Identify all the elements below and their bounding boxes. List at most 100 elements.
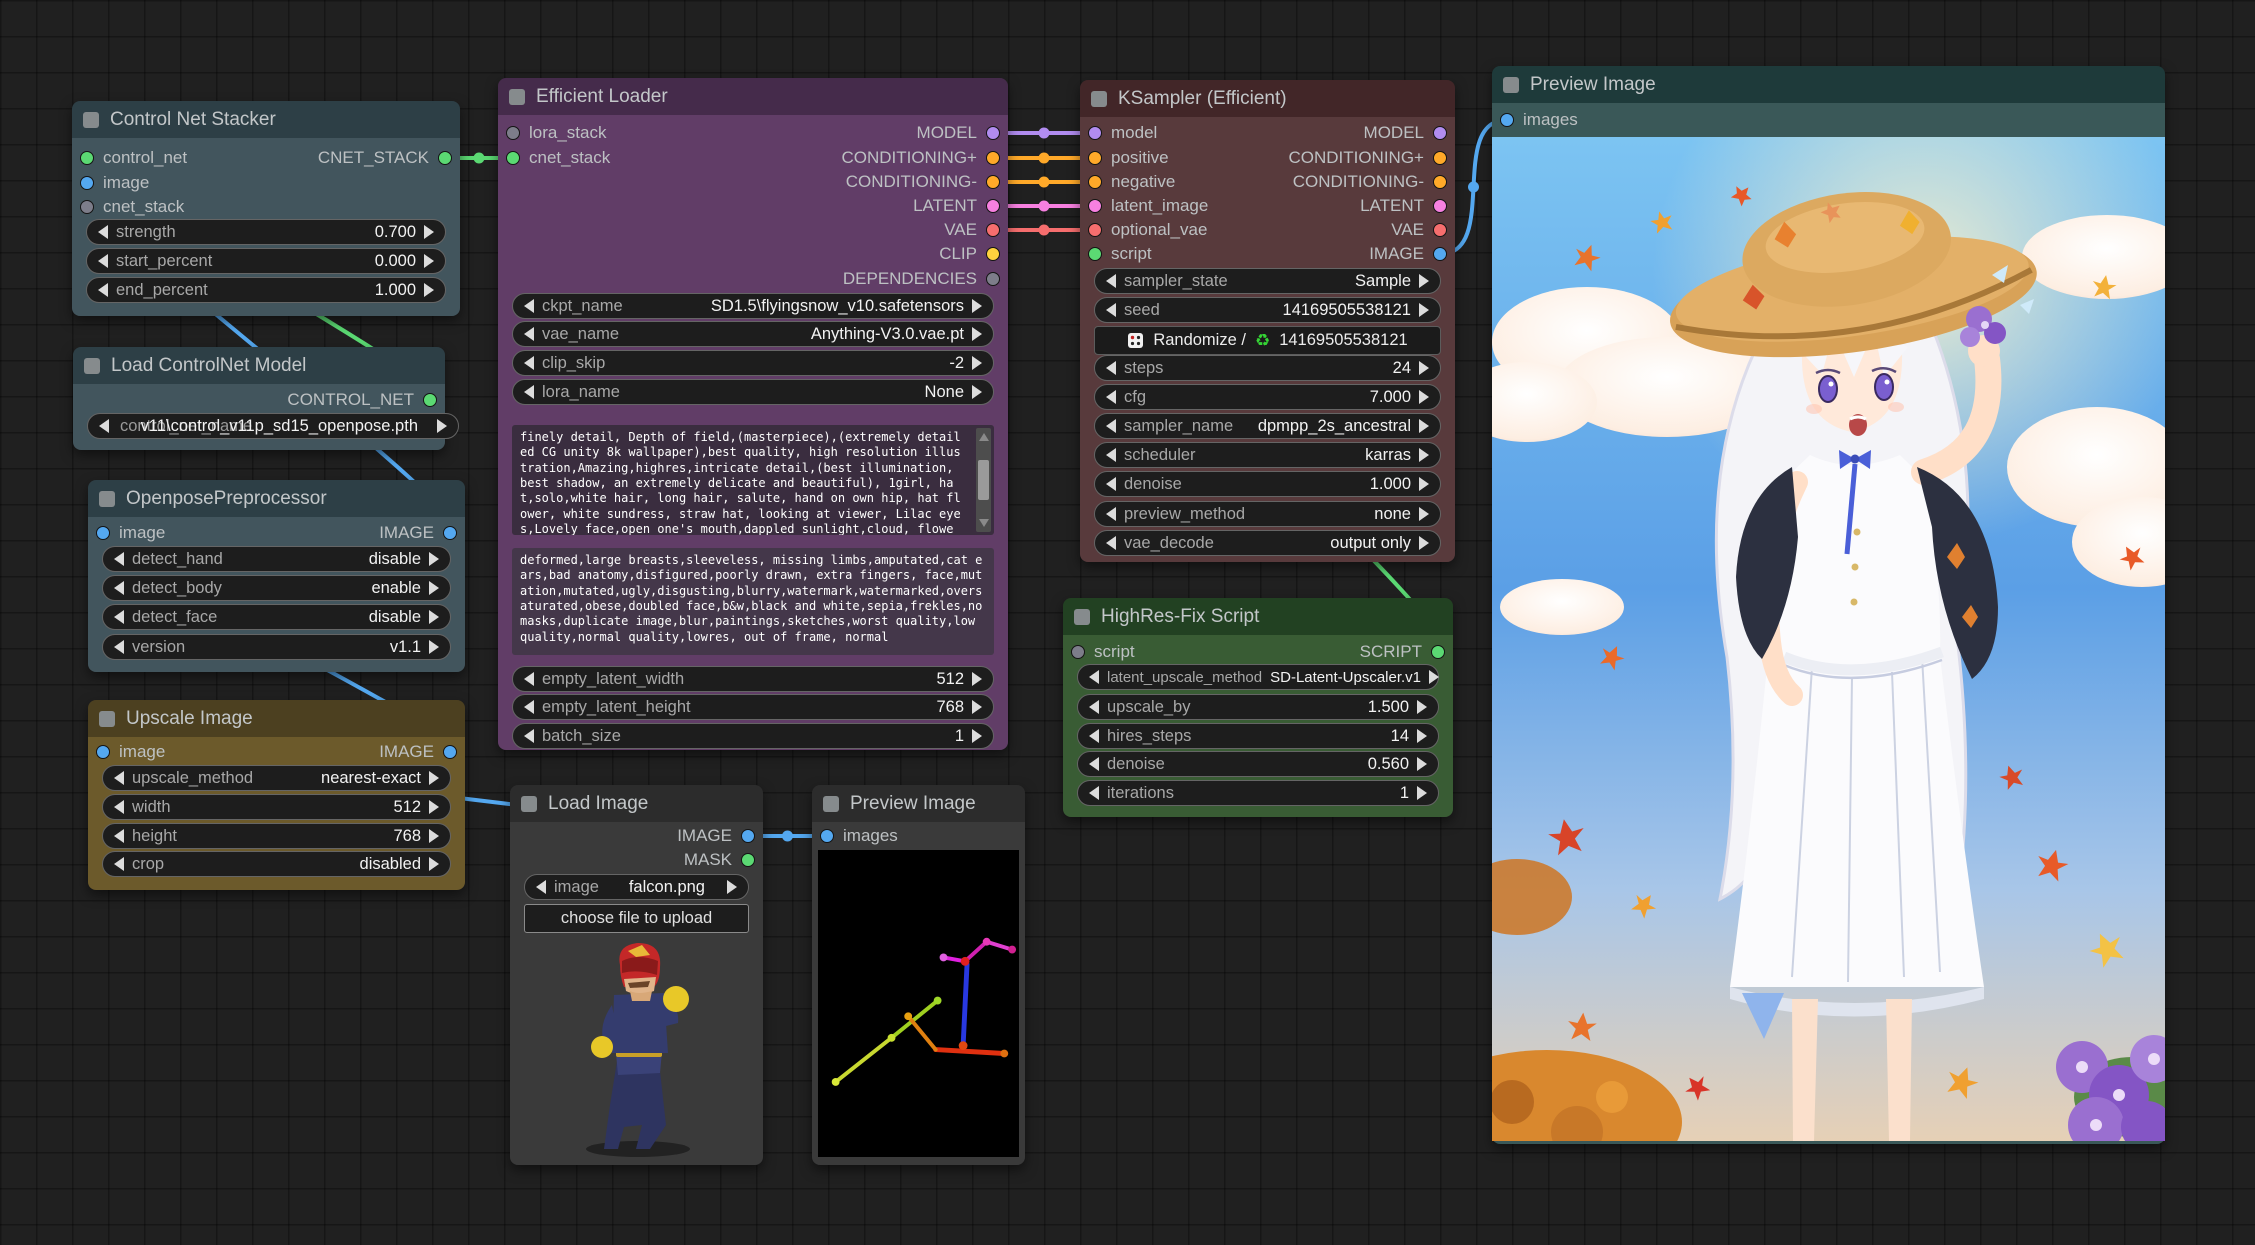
increment-icon[interactable] [972, 700, 982, 714]
port-dot[interactable] [1433, 247, 1447, 261]
increment-icon[interactable] [429, 857, 439, 871]
port-dot[interactable] [741, 853, 755, 867]
widget-sampler-name[interactable]: sampler_namedpmpp_2s_ancestral [1094, 413, 1441, 439]
port-dot[interactable] [1088, 199, 1102, 213]
increment-icon[interactable] [1419, 448, 1429, 462]
input-image[interactable]: image [96, 739, 165, 765]
widget-denoise[interactable]: denoise0.560 [1077, 751, 1439, 777]
widget-end-percent[interactable]: end_percent1.000 [86, 277, 446, 303]
port-dot[interactable] [423, 393, 437, 407]
input-cnet-stack[interactable]: cnet_stack [80, 194, 184, 220]
port-dot[interactable] [1433, 126, 1447, 140]
node-header[interactable]: Control Net Stacker [72, 101, 460, 138]
output-clip[interactable]: CLIP [939, 241, 1000, 267]
decrement-icon[interactable] [1106, 536, 1116, 550]
decrement-icon[interactable] [524, 299, 534, 313]
widget-strength[interactable]: strength0.700 [86, 219, 446, 245]
widget-control-net-name[interactable]: control_net_namev11\control_v11p_sd15_op… [87, 413, 459, 439]
output-image[interactable]: IMAGE [677, 823, 755, 849]
output-vae[interactable]: VAE [1391, 217, 1447, 243]
increment-icon[interactable] [1417, 757, 1427, 771]
input-cnet-stack[interactable]: cnet_stack [506, 145, 610, 171]
port-dot[interactable] [1433, 175, 1447, 189]
increment-icon[interactable] [429, 640, 439, 654]
node-load-image[interactable]: Load Image IMAGE MASK imagefalcon.png ch… [510, 785, 763, 1165]
collapse-icon[interactable] [823, 796, 839, 812]
collapse-icon[interactable] [84, 358, 100, 374]
output-model[interactable]: MODEL [1364, 120, 1447, 146]
collapse-icon[interactable] [99, 491, 115, 507]
widget-denoise[interactable]: denoise1.000 [1094, 471, 1441, 497]
increment-icon[interactable] [429, 829, 439, 843]
node-openpose-preprocessor[interactable]: OpenposePreprocessor image IMAGE detect_… [88, 480, 465, 672]
node-header[interactable]: Preview Image [812, 785, 1025, 822]
decrement-icon[interactable] [1106, 390, 1116, 404]
decrement-icon[interactable] [1106, 361, 1116, 375]
port-dot[interactable] [986, 223, 1000, 237]
decrement-icon[interactable] [1106, 477, 1116, 491]
increment-icon[interactable] [1417, 729, 1427, 743]
node-header[interactable]: Upscale Image [88, 700, 465, 737]
node-header[interactable]: OpenposePreprocessor [88, 480, 465, 517]
decrement-icon[interactable] [99, 419, 109, 433]
increment-icon[interactable] [972, 729, 982, 743]
collapse-icon[interactable] [509, 89, 525, 105]
widget-ckpt-name[interactable]: ckpt_nameSD1.5\flyingsnow_v10.safetensor… [512, 293, 994, 319]
widget-vae-decode[interactable]: vae_decodeoutput only [1094, 530, 1441, 556]
output-conditioning-minus[interactable]: CONDITIONING- [846, 169, 1000, 195]
widget-empty-latent-width[interactable]: empty_latent_width512 [512, 666, 994, 692]
port-dot[interactable] [506, 126, 520, 140]
input-images[interactable]: images [820, 823, 898, 849]
collapse-icon[interactable] [83, 112, 99, 128]
decrement-icon[interactable] [98, 225, 108, 239]
output-vae[interactable]: VAE [944, 217, 1000, 243]
increment-icon[interactable] [1419, 536, 1429, 550]
output-script[interactable]: SCRIPT [1360, 639, 1445, 665]
collapse-icon[interactable] [1074, 609, 1090, 625]
increment-icon[interactable] [429, 610, 439, 624]
widget-batch-size[interactable]: batch_size1 [512, 723, 994, 749]
widget-empty-latent-height[interactable]: empty_latent_height768 [512, 694, 994, 720]
widget-vae-name[interactable]: vae_nameAnything-V3.0.vae.pt [512, 321, 994, 347]
increment-icon[interactable] [1419, 477, 1429, 491]
increment-icon[interactable] [424, 283, 434, 297]
widget-crop[interactable]: cropdisabled [102, 851, 451, 877]
decrement-icon[interactable] [1089, 757, 1099, 771]
increment-icon[interactable] [1419, 419, 1429, 433]
node-load-controlnet-model[interactable]: Load ControlNet Model CONTROL_NET contro… [73, 347, 445, 450]
widget-latent-upscale-method[interactable]: latent_upscale_methodSD-Latent-Upscaler.… [1077, 664, 1439, 690]
decrement-icon[interactable] [1106, 507, 1116, 521]
port-dot[interactable] [506, 151, 520, 165]
increment-icon[interactable] [1429, 670, 1439, 684]
node-control-net-stacker[interactable]: Control Net Stacker control_net image cn… [72, 101, 460, 316]
widget-image-file[interactable]: imagefalcon.png [524, 874, 749, 900]
decrement-icon[interactable] [114, 800, 124, 814]
decrement-icon[interactable] [98, 254, 108, 268]
port-dot[interactable] [1500, 113, 1514, 127]
port-dot[interactable] [80, 200, 94, 214]
widget-seed[interactable]: seed14169505538121 [1094, 297, 1441, 323]
scroll-up-icon[interactable] [979, 433, 989, 441]
decrement-icon[interactable] [524, 327, 534, 341]
increment-icon[interactable] [429, 552, 439, 566]
widget-detect-hand[interactable]: detect_handdisable [102, 546, 451, 572]
output-dependencies[interactable]: DEPENDENCIES [843, 266, 1000, 292]
output-conditioning-plus[interactable]: CONDITIONING+ [1288, 145, 1447, 171]
port-dot[interactable] [986, 272, 1000, 286]
port-dot[interactable] [1088, 126, 1102, 140]
widget-sampler-state[interactable]: sampler_stateSample [1094, 268, 1441, 294]
port-dot[interactable] [1433, 199, 1447, 213]
input-image[interactable]: image [80, 170, 149, 196]
widget-scheduler[interactable]: schedulerkarras [1094, 442, 1441, 468]
increment-icon[interactable] [429, 771, 439, 785]
output-cnet-stack[interactable]: CNET_STACK [318, 145, 452, 171]
input-control-net[interactable]: control_net [80, 145, 187, 171]
increment-icon[interactable] [1417, 700, 1427, 714]
decrement-icon[interactable] [1106, 419, 1116, 433]
increment-icon[interactable] [429, 800, 439, 814]
scroll-thumb[interactable] [978, 460, 989, 500]
widget-clip-skip[interactable]: clip_skip-2 [512, 350, 994, 376]
node-preview-image-result[interactable]: Preview Image images [1492, 66, 2165, 1144]
positive-prompt-textarea[interactable]: finely detail, Depth of field,(masterpie… [512, 425, 994, 535]
increment-icon[interactable] [972, 299, 982, 313]
